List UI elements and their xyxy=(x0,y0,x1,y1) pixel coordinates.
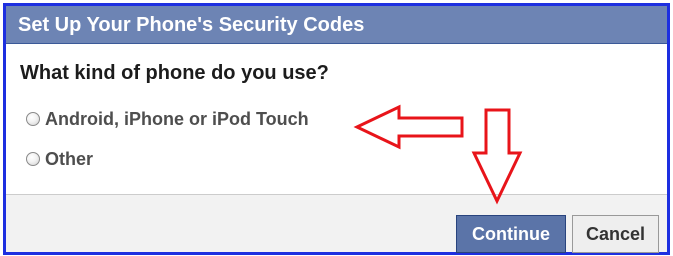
dialog-footer: Continue Cancel xyxy=(6,194,667,253)
security-codes-dialog: Set Up Your Phone's Security Codes What … xyxy=(3,3,670,255)
radio-option-other[interactable]: Other xyxy=(26,147,93,171)
cancel-button[interactable]: Cancel xyxy=(572,215,659,253)
phone-type-question: What kind of phone do you use? xyxy=(20,62,329,84)
android-option-label: Android, iPhone or iPod Touch xyxy=(45,108,309,129)
dialog-header: Set Up Your Phone's Security Codes xyxy=(6,6,667,44)
android-radio-button[interactable] xyxy=(26,112,40,126)
other-radio-button[interactable] xyxy=(26,152,40,166)
continue-button[interactable]: Continue xyxy=(456,215,566,253)
dialog-title: Set Up Your Phone's Security Codes xyxy=(18,14,365,36)
other-option-label: Other xyxy=(45,148,94,169)
radio-option-android[interactable]: Android, iPhone or iPod Touch xyxy=(26,107,309,131)
